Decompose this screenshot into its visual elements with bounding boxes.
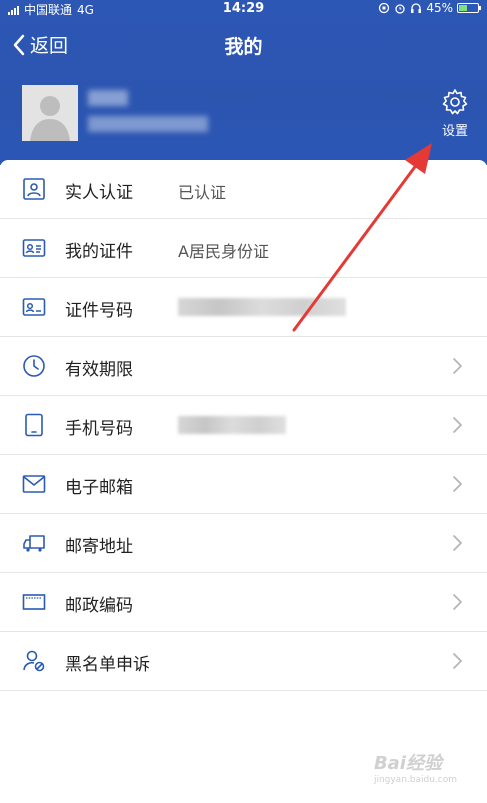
menu-item-label: 我的证件 [65,242,133,262]
menu-list: 实人认证 已认证 我的证件 A居民身份证 证件号码 有效期限 手机号码 电子邮箱… [0,160,487,803]
user-info-redacted [88,116,208,132]
profile-header: 中国联通 4G 14:29 45% 返回 我的 设置 [0,0,487,165]
menu-item-id-number[interactable]: 证件号码 [0,278,487,337]
id-card-person-icon [23,178,45,200]
menu-item-label: 邮政编码 [65,596,133,616]
avatar[interactable] [22,85,78,141]
orientation-lock-icon [379,2,390,14]
postcode-icon [22,594,46,610]
chevron-right-icon [453,476,462,492]
settings-button[interactable]: 设置 [436,88,474,139]
id-number-icon [22,298,46,316]
menu-item-label: 电子邮箱 [65,478,133,498]
phone-icon [25,413,43,437]
truck-icon [23,535,45,552]
menu-item-my-certificate[interactable]: 我的证件 A居民身份证 [0,219,487,278]
alarm-icon [395,4,405,14]
blacklist-user-icon [23,650,45,672]
default-avatar-icon [22,85,78,141]
menu-item-real-name-auth[interactable]: 实人认证 已认证 [0,160,487,219]
chevron-right-icon [453,594,462,610]
mail-icon [22,475,46,493]
menu-item-label: 手机号码 [65,419,133,439]
battery-icon [457,3,481,13]
menu-item-label: 黑名单申诉 [65,655,150,675]
settings-label: 设置 [441,124,468,139]
menu-item-email[interactable]: 电子邮箱 [0,455,487,514]
watermark-logo: Bai经验 jingyan.baidu.com [374,749,457,785]
menu-item-phone-number[interactable]: 手机号码 [0,396,487,455]
chevron-right-icon [453,417,462,433]
menu-item-value: A居民身份证 [178,242,269,261]
menu-item-validity-period[interactable]: 有效期限 [0,337,487,396]
status-bar: 中国联通 4G 14:29 45% [0,0,487,18]
id-card-icon [22,239,46,257]
menu-item-label: 邮寄地址 [65,537,133,557]
menu-item-label: 实人认证 [65,183,133,203]
menu-item-blacklist-appeal[interactable]: 黑名单申诉 [0,632,487,691]
chevron-right-icon [453,358,462,374]
menu-item-postal-code[interactable]: 邮政编码 [0,573,487,632]
watermark-subtext: jingyan.baidu.com [373,775,457,785]
menu-item-label: 有效期限 [65,360,133,380]
page-title: 我的 [224,36,263,58]
chevron-right-icon [453,535,462,551]
nav-bar: 返回 我的 [0,25,487,65]
clock-icon [23,355,45,377]
menu-item-value: 已认证 [178,183,227,202]
username-redacted [88,90,128,106]
battery-percent: 45% [426,1,453,15]
menu-item-label: 证件号码 [65,301,133,321]
phone-number-redacted [178,416,286,434]
headphones-icon [411,3,422,13]
chevron-right-icon [453,653,462,669]
gear-icon [442,89,468,115]
menu-item-mailing-address[interactable]: 邮寄地址 [0,514,487,573]
watermark-text: Bai经验 [373,753,442,774]
id-number-redacted [178,298,346,316]
